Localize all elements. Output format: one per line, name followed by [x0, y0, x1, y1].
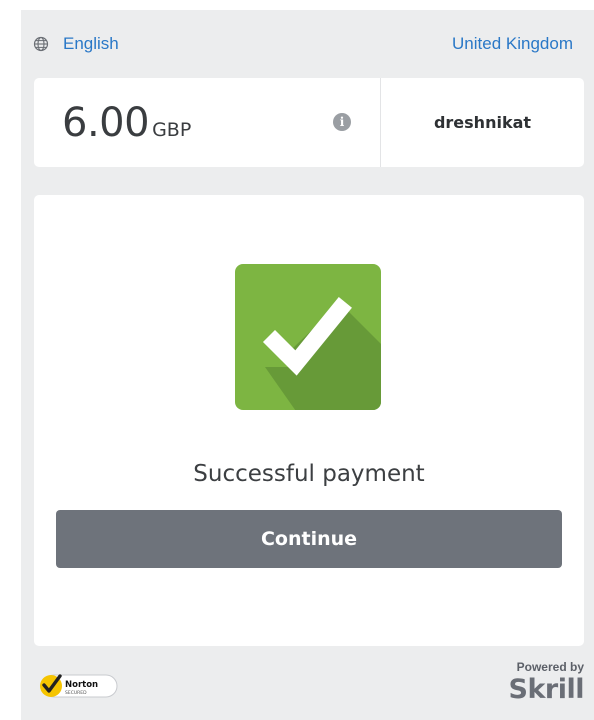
info-icon[interactable]: i	[333, 113, 351, 131]
amount-value: 6.00	[62, 100, 150, 146]
norton-label: Norton	[65, 680, 98, 690]
amount-card: 6.00 GBP i dreshnikat	[34, 78, 584, 167]
payment-panel: English United Kingdom 6.00 GBP i dreshn…	[21, 10, 594, 720]
globe-icon	[33, 36, 49, 52]
country-selector[interactable]: United Kingdom	[452, 34, 573, 54]
merchant-name: dreshnikat	[433, 113, 532, 132]
currency-code: GBP	[152, 119, 192, 141]
top-bar: English United Kingdom	[21, 10, 594, 76]
amount-display: 6.00 GBP	[62, 102, 191, 144]
language-selector[interactable]: English	[33, 34, 119, 54]
language-label: English	[63, 34, 119, 53]
powered-by-label: Powered by	[516, 660, 584, 674]
skrill-branding: Powered by Skrill	[504, 660, 585, 716]
skrill-logo: Skrill	[508, 674, 585, 705]
norton-secured-badge: Norton SECURED	[40, 674, 118, 698]
norton-sublabel: SECURED	[65, 690, 87, 696]
result-card: Successful payment Continue	[34, 195, 584, 646]
continue-button[interactable]: Continue	[56, 510, 562, 568]
status-message: Successful payment	[193, 461, 425, 487]
checkmark-icon	[235, 264, 381, 410]
